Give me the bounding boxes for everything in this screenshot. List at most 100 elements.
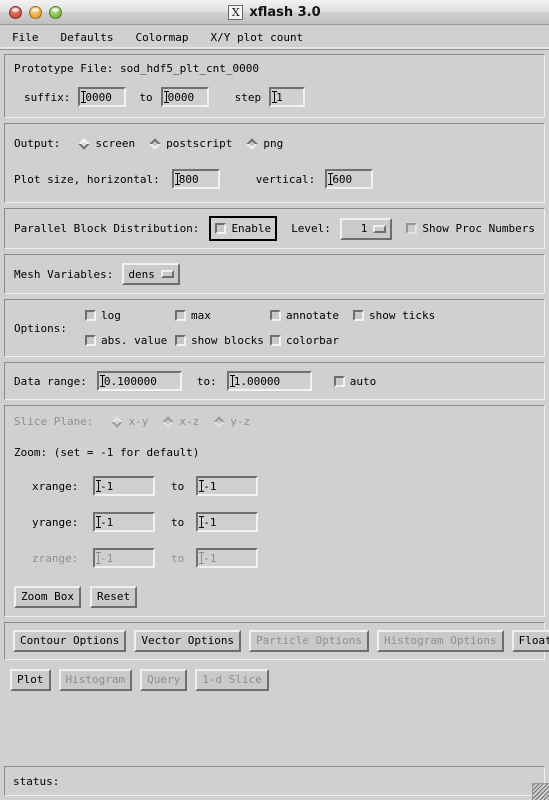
window-titlebar: X xflash 3.0: [0, 0, 549, 25]
parallel-row: Parallel Block Distribution: Enable Leve…: [14, 216, 535, 241]
slice-plane-label: Slice Plane:: [14, 415, 94, 428]
output-option-png-label: png: [263, 137, 284, 150]
window-title: xflash 3.0: [249, 4, 321, 20]
data-range-to-input[interactable]: 1.00000: [226, 371, 312, 391]
mesh-variable-option-menu[interactable]: dens: [122, 263, 180, 285]
slice-plane-option-xz: x-z: [162, 415, 199, 428]
checkbox-icon: [269, 335, 281, 346]
reset-button[interactable]: Reset: [89, 586, 138, 608]
options-panel: Options: log max annotate show ticks abs…: [4, 299, 545, 357]
radio-diamond-icon: [213, 415, 225, 428]
data-range-from-value: 0.100000: [103, 374, 157, 388]
option-annotate-checkbox[interactable]: annotate: [269, 309, 339, 322]
output-option-postscript[interactable]: postscript: [149, 137, 232, 150]
suffix-input[interactable]: 0000: [78, 87, 127, 107]
slice-plane-option-xy-label: x-y: [128, 415, 149, 428]
checkbox-icon: [84, 310, 96, 321]
checkbox-icon: [174, 335, 186, 346]
option-max-label: max: [190, 309, 211, 322]
output-option-screen[interactable]: screen: [78, 137, 135, 150]
menu-xy-plot-count[interactable]: X/Y plot count: [208, 29, 313, 46]
zoom-button[interactable]: [49, 5, 62, 19]
plot-horizontal-input[interactable]: 800: [171, 169, 220, 189]
parallel-block-panel: Parallel Block Distribution: Enable Leve…: [4, 208, 545, 249]
vector-options-button[interactable]: Vector Options: [134, 630, 242, 652]
option-abs-value-checkbox[interactable]: abs. value: [84, 334, 175, 347]
yrange-row: yrange: -1 to -1: [14, 512, 535, 532]
option-colorbar-checkbox[interactable]: colorbar: [269, 334, 339, 347]
zrange-from-input: -1: [93, 548, 155, 568]
level-label: Level:: [291, 222, 331, 235]
option-log-checkbox[interactable]: log: [84, 309, 175, 322]
yrange-to-input[interactable]: -1: [196, 512, 259, 532]
xrange-from-input[interactable]: -1: [93, 476, 155, 496]
minimize-button[interactable]: [29, 5, 42, 19]
parallel-label: Parallel Block Distribution:: [14, 222, 200, 235]
mesh-variable-value: dens: [128, 267, 155, 281]
yrange-to-label: to: [171, 515, 185, 529]
enable-checkbox[interactable]: Enable: [212, 221, 274, 236]
menu-defaults[interactable]: Defaults: [59, 29, 124, 46]
level-value: 1: [360, 222, 368, 235]
resize-grip[interactable]: [532, 783, 549, 800]
status-bar: status:: [4, 766, 545, 796]
text-caret: [99, 375, 105, 387]
option-show-blocks-checkbox[interactable]: show blocks: [174, 334, 270, 347]
show-proc-numbers-label: Show Proc Numbers: [422, 222, 535, 235]
data-range-from-input[interactable]: 0.100000: [96, 371, 182, 391]
option-max-checkbox[interactable]: max: [174, 309, 270, 322]
show-proc-numbers-checkbox[interactable]: Show Proc Numbers: [406, 222, 535, 235]
mesh-variables-label: Mesh Variables:: [14, 267, 114, 281]
close-button[interactable]: [9, 5, 22, 19]
text-caret: [96, 516, 101, 528]
prototype-file-label: Prototype File: sod_hdf5_plt_cnt_0000: [14, 62, 260, 75]
main-content: Prototype File: sod_hdf5_plt_cnt_0000 su…: [0, 50, 549, 761]
option-show-blocks-label: show blocks: [190, 334, 264, 347]
data-range-auto-checkbox[interactable]: auto: [333, 375, 376, 388]
suffix-to-input[interactable]: 0000: [160, 87, 209, 107]
level-option-menu[interactable]: 1: [339, 217, 393, 240]
window-title-group: X xflash 3.0: [0, 0, 549, 24]
yrange-from-input[interactable]: -1: [93, 512, 155, 532]
slice-plane-row: Slice Plane: x-y x-z y-z: [14, 415, 535, 428]
yrange-label: yrange:: [32, 515, 79, 529]
options-row: Options: log max annotate show ticks abs…: [14, 309, 535, 347]
options-label: Options:: [14, 321, 67, 335]
text-caret: [163, 91, 169, 103]
xrange-to-input[interactable]: -1: [196, 476, 259, 496]
option-show-ticks-checkbox[interactable]: show ticks: [352, 309, 435, 322]
xrange-label: xrange:: [32, 479, 79, 493]
plot-button[interactable]: Plot: [10, 669, 51, 691]
data-range-panel: Data range: 0.100000 to: 1.00000 auto: [4, 362, 545, 400]
option-buttons-row: Contour Options Vector Options Particle …: [13, 630, 549, 652]
radio-diamond-icon: [162, 415, 175, 428]
option-abs-value-label: abs. value: [100, 334, 168, 347]
slice-plane-option-xy: x-y: [111, 415, 148, 428]
particle-options-button: Particle Options: [249, 630, 370, 652]
option-annotate-label: annotate: [285, 309, 339, 322]
checkbox-icon: [269, 310, 281, 321]
zrange-from-value: -1: [100, 551, 114, 565]
enable-checkbox-label: Enable: [231, 222, 272, 235]
zrange-to-value: -1: [203, 551, 217, 565]
step-label: step: [234, 90, 262, 104]
zoom-box-button[interactable]: Zoom Box: [14, 586, 81, 608]
plot-vertical-input[interactable]: 600: [325, 169, 374, 189]
text-caret: [199, 516, 205, 528]
text-caret: [174, 173, 180, 185]
menu-colormap[interactable]: Colormap: [133, 29, 198, 46]
data-range-row: Data range: 0.100000 to: 1.00000 auto: [14, 371, 535, 391]
floating-label-button[interactable]: Floating Label: [511, 630, 549, 652]
output-label: Output:: [14, 137, 61, 150]
checkbox-icon: [333, 375, 345, 387]
text-caret: [199, 552, 205, 564]
contour-options-button[interactable]: Contour Options: [13, 630, 127, 652]
step-input[interactable]: 1: [269, 87, 306, 107]
menu-file[interactable]: File: [10, 29, 49, 46]
output-option-png[interactable]: png: [246, 137, 283, 150]
text-caret: [96, 552, 101, 564]
zrange-to-label: to: [171, 551, 185, 565]
histogram-options-button: Histogram Options: [377, 630, 504, 652]
options-row-2: abs. value show blocks colorbar: [84, 334, 435, 347]
